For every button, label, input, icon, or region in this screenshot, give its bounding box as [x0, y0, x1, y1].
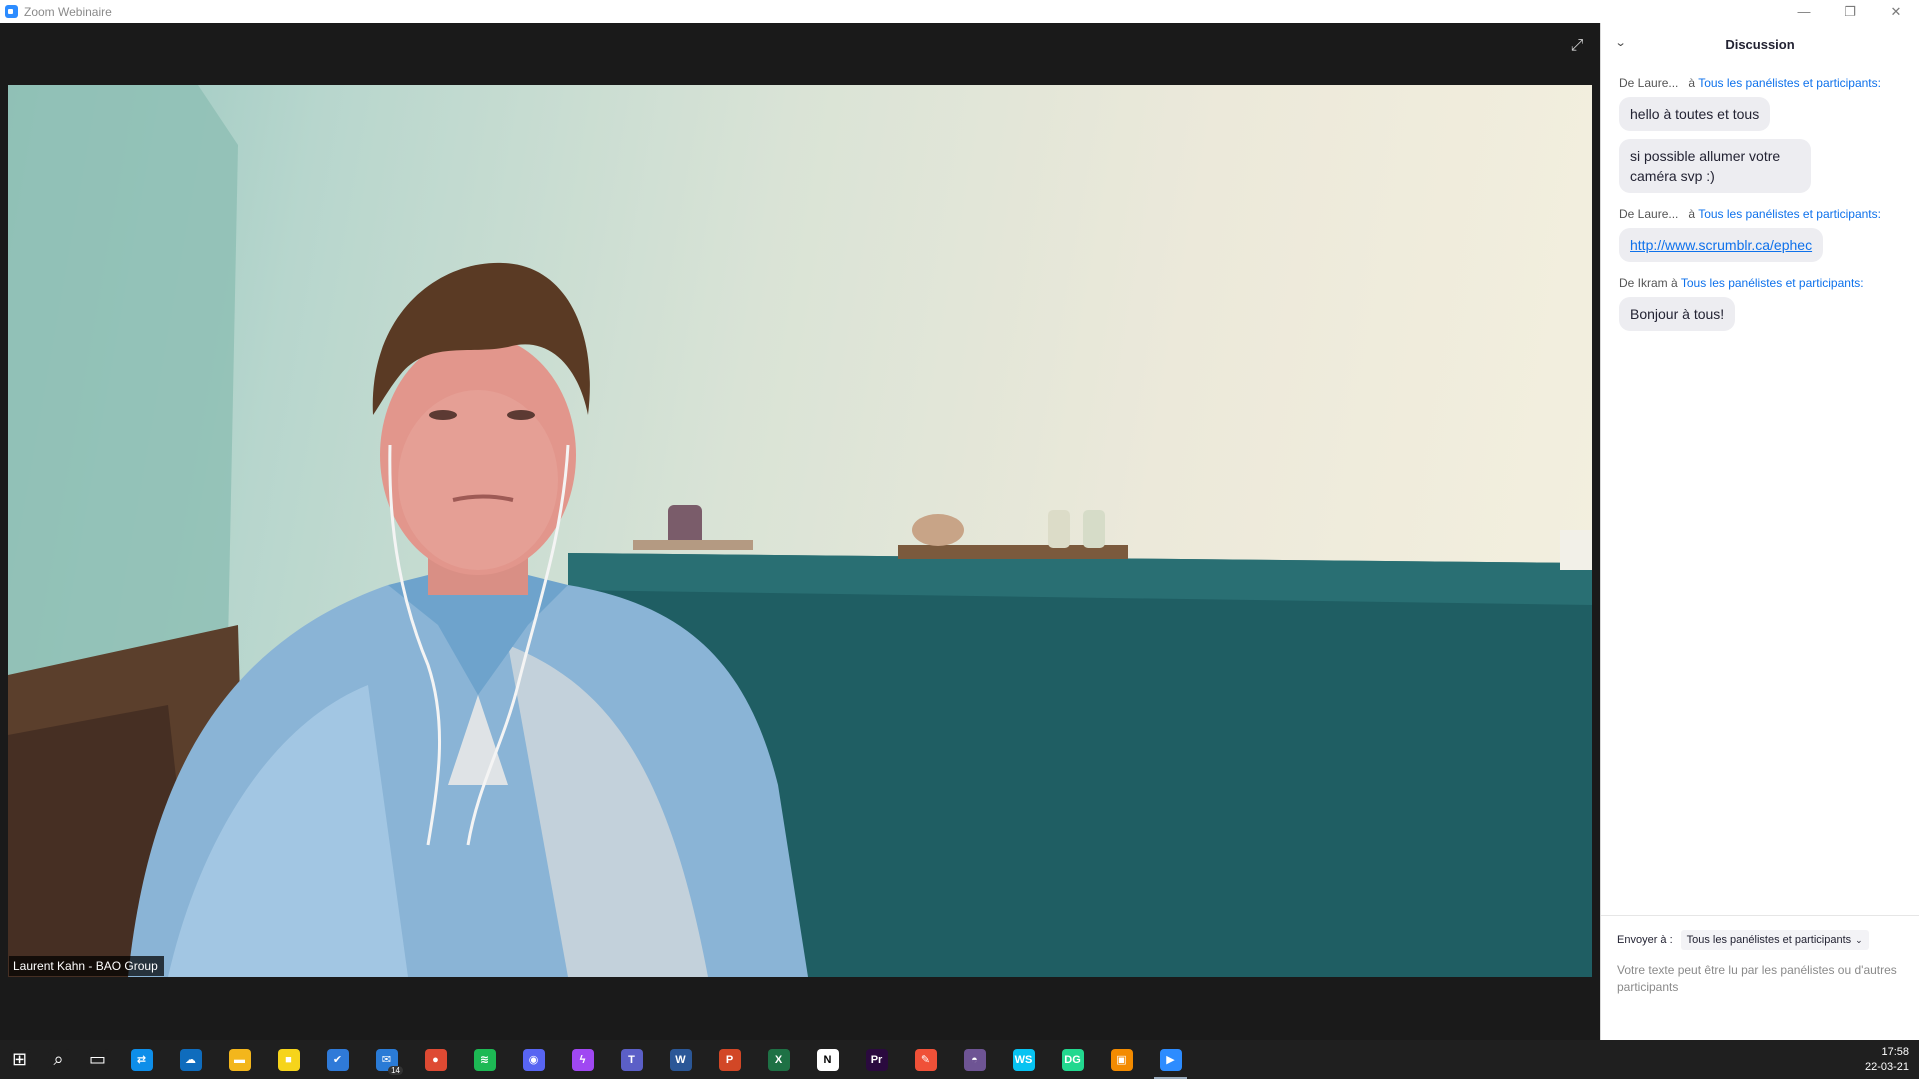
send-to-dropdown[interactable]: Tous les panélistes et participants ⌄: [1680, 930, 1869, 950]
todo-icon: ✔: [326, 1048, 349, 1071]
chat-message: De Laure... à Tous les panélistes et par…: [1619, 207, 1901, 270]
taskbar-todo-button[interactable]: ✔: [313, 1040, 362, 1079]
chat-composer: Envoyer à : Tous les panélistes et parti…: [1601, 915, 1919, 1040]
search-icon: ⌕: [47, 1048, 70, 1071]
message-to-prefix: à: [1671, 276, 1678, 290]
taskbar-datagrip-button[interactable]: DG: [1048, 1040, 1097, 1079]
zoom-app-icon: [5, 5, 18, 18]
taskbar-github-button[interactable]: ◓: [950, 1040, 999, 1079]
excel-icon: X: [767, 1048, 790, 1071]
teams-icon: T: [620, 1048, 643, 1071]
send-to-label: Envoyer à :: [1617, 934, 1673, 946]
taskbar-webstorm-button[interactable]: WS: [999, 1040, 1048, 1079]
taskbar: ⊞ ⌕ ▭ ⇄ ☁ ▬ ■ ✔ ✉ 14 ● ≋ ◉ ϟ T W P X N Pr ✎ ◓ WS DG ▣ ▶ 17:58 22-…: [0, 1040, 1919, 1079]
window-title: Zoom Webinaire: [24, 4, 112, 19]
word-icon: W: [669, 1048, 692, 1071]
participant-name-label: Laurent Kahn - BAO Group: [9, 956, 164, 976]
spotify-icon: ≋: [473, 1048, 496, 1071]
premiere-icon: Pr: [865, 1048, 888, 1071]
message-sender: De Ikram: [1619, 276, 1668, 290]
vmware-icon: ▣: [1110, 1048, 1133, 1071]
message-recipient: Tous les panélistes et participants:: [1698, 207, 1881, 221]
taskbar-start-button[interactable]: ⊞: [0, 1040, 39, 1079]
message-sender: De Laure...: [1619, 76, 1679, 90]
video-scene: [8, 85, 1592, 977]
taskbar-teams-button[interactable]: T: [607, 1040, 656, 1079]
chat-message: De Laure... à Tous les panélistes et par…: [1619, 76, 1901, 201]
chat-panel: ⌄ Discussion De Laure... à Tous les pané…: [1600, 23, 1919, 1040]
chat-message-list: De Laure... à Tous les panélistes et par…: [1601, 66, 1919, 339]
clock-date: 22-03-21: [1864, 1060, 1909, 1073]
message-sender: De Laure...: [1619, 207, 1679, 221]
chat-header: ⌄ Discussion: [1601, 23, 1919, 66]
message-link[interactable]: http://www.scrumblr.ca/ephec: [1619, 228, 1824, 262]
datagrip-icon: DG: [1061, 1048, 1084, 1071]
start-icon: ⊞: [8, 1048, 31, 1071]
file-explorer-icon: ▬: [228, 1048, 251, 1071]
minimize-button[interactable]: —: [1781, 0, 1827, 23]
teamviewer-icon: ⇄: [130, 1048, 153, 1071]
task-view-icon: ▭: [86, 1048, 109, 1071]
window-controls: — ❐ ✕: [1781, 0, 1919, 23]
taskbar-powerpoint-button[interactable]: P: [705, 1040, 754, 1079]
notion-icon: N: [816, 1048, 839, 1071]
taskbar-search-button[interactable]: ⌕: [39, 1040, 78, 1079]
mail-unread-badge: 14: [388, 1066, 403, 1075]
taskbar-task-view-button[interactable]: ▭: [78, 1040, 117, 1079]
discord-icon: ◉: [522, 1048, 545, 1071]
system-tray-clock[interactable]: 17:58 22-03-21: [1865, 1040, 1909, 1079]
powerpoint-icon: P: [718, 1048, 741, 1071]
message-to-prefix: à: [1688, 76, 1696, 90]
taskbar-discord-button[interactable]: ◉: [509, 1040, 558, 1079]
taskbar-swift-button[interactable]: ✎: [901, 1040, 950, 1079]
title-bar: Zoom Webinaire — ❐ ✕: [0, 0, 1919, 24]
chat-input[interactable]: Votre texte peut être lu par les panélis…: [1617, 962, 1897, 996]
message-meta: De Laure... à Tous les panélistes et par…: [1619, 207, 1901, 221]
chat-title: Discussion: [1725, 37, 1795, 52]
message-meta: De Laure... à Tous les panélistes et par…: [1619, 76, 1901, 90]
taskbar-chrome-button[interactable]: ●: [411, 1040, 460, 1079]
taskbar-vmware-button[interactable]: ▣: [1097, 1040, 1146, 1079]
taskbar-onedrive-button[interactable]: ☁: [166, 1040, 215, 1079]
taskbar-premiere-button[interactable]: Pr: [852, 1040, 901, 1079]
taskbar-zoom-button[interactable]: ▶: [1146, 1040, 1195, 1079]
taskbar-sticky-notes-button[interactable]: ■: [264, 1040, 313, 1079]
message-recipient: Tous les panélistes et participants:: [1698, 76, 1881, 90]
taskbar-spotify-button[interactable]: ≋: [460, 1040, 509, 1079]
message-bubble[interactable]: Bonjour à tous!: [1619, 297, 1736, 331]
clock-time: 17:58: [1881, 1045, 1909, 1058]
chat-message: De Ikram à Tous les panélistes et partic…: [1619, 276, 1901, 339]
taskbar-word-button[interactable]: W: [656, 1040, 705, 1079]
send-to-row: Envoyer à : Tous les panélistes et parti…: [1617, 930, 1903, 950]
swift-icon: ✎: [914, 1048, 937, 1071]
taskbar-excel-button[interactable]: X: [754, 1040, 803, 1079]
sticky-notes-icon: ■: [277, 1048, 300, 1071]
restore-button[interactable]: ❐: [1827, 0, 1873, 23]
message-to-prefix: à: [1688, 207, 1696, 221]
taskbar-messenger-button[interactable]: ϟ: [558, 1040, 607, 1079]
close-button[interactable]: ✕: [1873, 0, 1919, 23]
message-bubble[interactable]: si possible allumer votre caméra svp :): [1619, 139, 1811, 193]
message-meta: De Ikram à Tous les panélistes et partic…: [1619, 276, 1901, 290]
chevron-down-icon[interactable]: ⌄: [1615, 36, 1627, 49]
send-to-value: Tous les panélistes et participants: [1686, 934, 1852, 946]
chevron-down-icon: ⌄: [1855, 934, 1863, 945]
participant-video[interactable]: Laurent Kahn - BAO Group: [8, 85, 1592, 977]
message-recipient: Tous les panélistes et participants:: [1680, 276, 1864, 290]
taskbar-teamviewer-button[interactable]: ⇄: [117, 1040, 166, 1079]
github-icon: ◓: [963, 1048, 986, 1071]
expand-icon[interactable]: ⤢: [1566, 35, 1588, 57]
message-bubble[interactable]: hello à toutes et tous: [1619, 97, 1771, 131]
taskbar-mail-button[interactable]: ✉ 14: [362, 1040, 411, 1079]
chrome-icon: ●: [424, 1048, 447, 1071]
messenger-icon: ϟ: [571, 1048, 594, 1071]
video-area: ⤢ Laurent Kahn - BAO Group: [0, 23, 1600, 1040]
taskbar-notion-button[interactable]: N: [803, 1040, 852, 1079]
zoom-icon: ▶: [1159, 1048, 1182, 1071]
webstorm-icon: WS: [1012, 1048, 1035, 1071]
onedrive-icon: ☁: [179, 1048, 202, 1071]
taskbar-file-explorer-button[interactable]: ▬: [215, 1040, 264, 1079]
